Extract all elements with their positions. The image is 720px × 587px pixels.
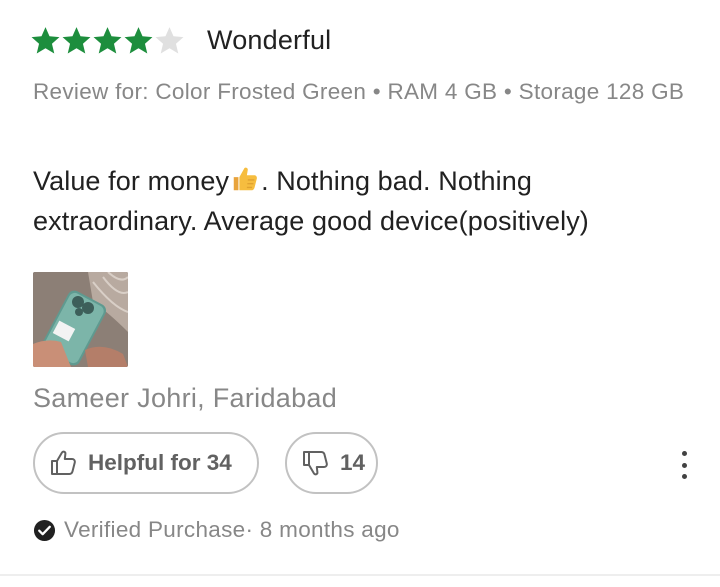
star-filled-icon	[61, 25, 92, 56]
review-card: Wonderful Review for: Color Frosted Gree…	[0, 0, 720, 587]
not-helpful-count: 14	[340, 450, 366, 475]
reviewer-name: Sameer Johri, Faridabad	[33, 383, 338, 413]
review-title: Wonderful	[207, 24, 332, 55]
star-empty-icon	[154, 25, 185, 56]
divider	[0, 574, 720, 576]
thumbs-up-icon	[230, 164, 260, 194]
rating-row: Wonderful	[30, 22, 331, 58]
thumbs-down-outline-icon	[301, 448, 331, 478]
menu-dot	[681, 462, 687, 468]
not-helpful-button[interactable]: 14	[285, 432, 378, 494]
menu-dot	[681, 451, 687, 456]
menu-dot	[681, 474, 687, 479]
star-rating	[30, 25, 185, 56]
star-filled-icon	[92, 25, 123, 56]
star-filled-icon	[30, 25, 61, 56]
more-options-icon[interactable]	[672, 448, 696, 482]
review-time: · 8 months ago	[245, 517, 400, 542]
star-filled-icon	[123, 25, 154, 56]
verified-purchase-text: Verified Purchase· 8 months ago	[64, 517, 400, 543]
verified-purchase-row: Verified Purchase· 8 months ago	[33, 515, 400, 545]
review-photo-thumbnail[interactable]	[33, 272, 128, 367]
thumbs-up-outline-icon	[49, 448, 79, 478]
verified-label: Verified Purchase	[64, 517, 246, 542]
helpful-button[interactable]: Helpful for 34	[33, 432, 259, 494]
variant-info: Review for: Color Frosted Green • RAM 4 …	[33, 79, 685, 104]
verified-check-icon	[33, 519, 56, 542]
review-text-part1: Value for money	[33, 166, 230, 196]
review-body: Value for money . Nothing bad. Nothing e…	[33, 161, 693, 241]
helpful-count-label: Helpful for 34	[88, 450, 232, 475]
